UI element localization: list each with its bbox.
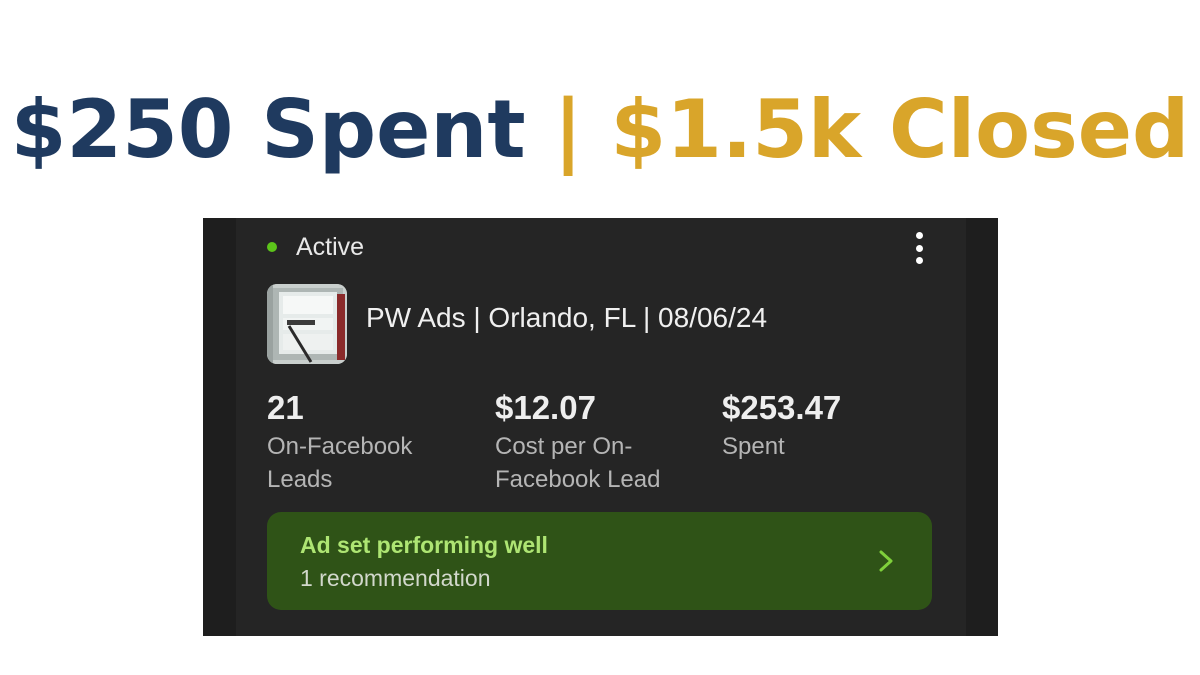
metric-leads: 21 On-Facebook Leads [267, 388, 477, 496]
metric-value: $12.07 [495, 389, 596, 426]
metric-label-line2: Facebook Lead [495, 466, 661, 493]
headline-closed: | $1.5k Closed [553, 83, 1190, 176]
metric-value: 21 [267, 389, 304, 426]
more-vertical-icon[interactable] [913, 232, 925, 264]
ad-screenshot: Active PW Ads | Orlando, FL | 08/06/24 2… [203, 218, 998, 636]
metric-value: $253.47 [722, 389, 842, 426]
headline: $250 Spent | $1.5k Closed [0, 80, 1200, 180]
status-row: Active [267, 232, 364, 262]
status-dot-icon [267, 242, 277, 252]
recommendation-subtitle: 1 recommendation [300, 565, 491, 591]
recommendation-title: Ad set performing well [300, 532, 548, 558]
metric-label-line1: Cost per On- [495, 433, 633, 460]
recommendation-banner[interactable]: Ad set performing well 1 recommendation [267, 512, 932, 610]
metric-cost-per-lead: $12.07 Cost per On- Facebook Lead [495, 388, 705, 496]
status-label: Active [296, 232, 365, 261]
ad-thumbnail-image[interactable] [267, 284, 347, 364]
ad-set-title: PW Ads | Orlando, FL | 08/06/24 [366, 302, 768, 333]
headline-spent: $250 Spent [10, 83, 554, 176]
metric-label-line1: On-Facebook [267, 433, 413, 460]
metric-label-line2: Leads [267, 466, 333, 493]
metric-spent: $253.47 Spent [722, 388, 932, 463]
chevron-right-icon [879, 550, 893, 572]
metric-label-line1: Spent [722, 433, 785, 460]
ad-set-card[interactable]: Active PW Ads | Orlando, FL | 08/06/24 2… [236, 218, 966, 636]
